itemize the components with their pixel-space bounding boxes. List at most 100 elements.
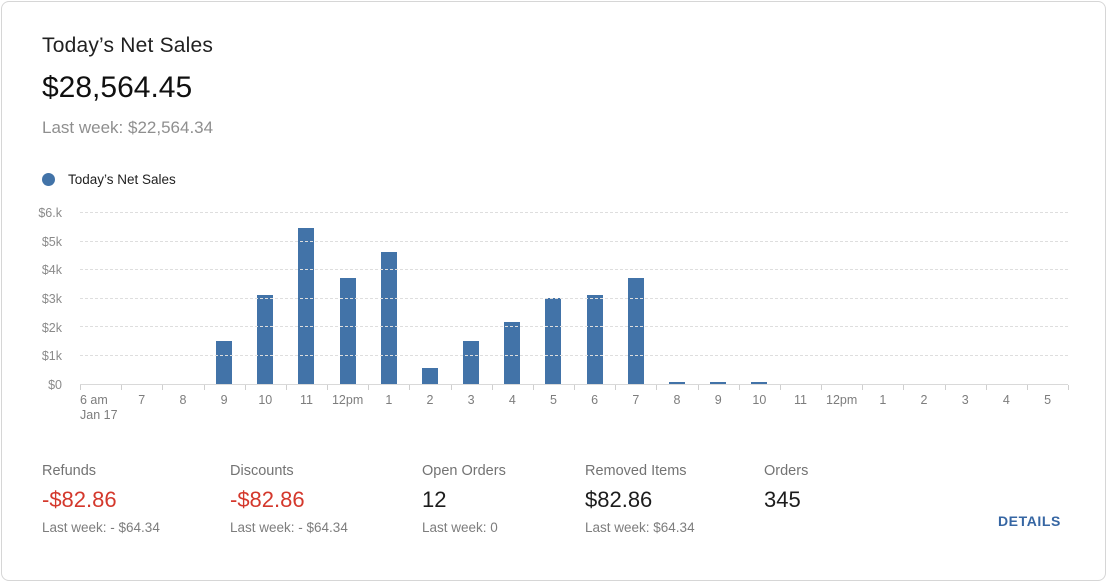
x-axis-tick	[738, 385, 740, 390]
x-axis-tick	[162, 385, 164, 390]
x-axis-tick	[656, 385, 658, 390]
x-axis-tick	[244, 385, 246, 390]
gridline	[80, 354, 1068, 356]
y-axis-label: $0	[48, 378, 62, 392]
x-axis-tick	[491, 385, 493, 390]
bar-slot	[574, 213, 615, 384]
plot-area	[80, 212, 1068, 385]
x-axis-label: 2	[426, 393, 434, 407]
stat-refunds: Refunds -$82.86 Last week: - $64.34	[42, 463, 160, 536]
bar-slot	[698, 213, 739, 384]
net-sales-amount: $28,564.45	[42, 71, 193, 104]
x-axis-label: 11	[794, 393, 807, 407]
bar-slot	[986, 213, 1027, 384]
x-axis-label: 6	[591, 393, 599, 407]
x-axis-tick	[1068, 385, 1069, 390]
x-axis-label: 10	[752, 393, 767, 407]
stat-value: -$82.86	[42, 487, 117, 512]
stat-discounts: Discounts -$82.86 Last week: - $64.34	[230, 463, 348, 536]
stat-label: Orders	[764, 463, 809, 479]
x-axis-tick	[368, 385, 370, 390]
bar-3[interactable]	[463, 341, 480, 384]
gridline	[80, 240, 1068, 242]
bar-6[interactable]	[586, 295, 603, 384]
x-axis-label: 9	[220, 393, 228, 407]
bar-9[interactable]	[710, 382, 727, 384]
bar-slot	[780, 213, 821, 384]
bar-slot	[121, 213, 162, 384]
net-sales-card: Today’s Net Sales $28,564.45 Last week: …	[1, 1, 1106, 581]
x-axis-tick	[203, 385, 205, 390]
bar-slot	[492, 213, 533, 384]
x-axis-tick	[574, 385, 575, 390]
bar-slot	[80, 213, 121, 384]
x-axis-tick	[862, 385, 864, 390]
chart-x-ticks	[80, 385, 1069, 390]
bar-slot	[451, 213, 492, 384]
x-axis-tick	[327, 385, 328, 390]
stat-label: Open Orders	[422, 463, 506, 479]
y-axis-label: $4k	[41, 263, 62, 278]
stat-value: 345	[764, 487, 801, 512]
card-header: Today’s Net Sales $28,564.45 Last week: …	[2, 2, 1105, 138]
legend-item-net-sales[interactable]: Today’s Net Sales	[2, 170, 1105, 188]
x-axis-tick	[697, 385, 699, 390]
bar-7[interactable]	[627, 278, 644, 384]
x-axis-label: 5	[550, 393, 557, 407]
bar-slot	[821, 213, 862, 384]
bar-8[interactable]	[668, 382, 685, 384]
x-axis-tick	[532, 385, 534, 390]
bar-slot	[286, 213, 327, 384]
stat-removed-items: Removed Items $82.86 Last week: $64.34	[585, 463, 695, 536]
legend-dot-icon	[42, 172, 55, 186]
bar-slot	[327, 213, 368, 384]
bar-slot	[1027, 213, 1068, 384]
gridline	[80, 212, 1068, 213]
x-axis-tick	[80, 385, 81, 390]
stat-last-week: Last week: - $64.34	[42, 520, 160, 535]
x-axis-label: 4	[1002, 393, 1010, 407]
x-axis-tick	[985, 385, 987, 390]
stat-last-week: Last week: - $64.34	[230, 520, 348, 535]
bar-slot	[368, 213, 409, 384]
x-axis-tick	[615, 385, 617, 390]
x-axis-label: 7	[138, 393, 146, 407]
bar-slot	[615, 213, 656, 384]
y-axis-label: $3k	[41, 292, 62, 306]
y-axis-label: $1k	[41, 349, 62, 364]
chart-y-axis: $6.k $5k $4k $3k $2k $1k $0	[2, 206, 62, 392]
stat-last-week: Last week: $64.34	[585, 520, 695, 535]
bar-slot	[245, 213, 286, 384]
bar-2[interactable]	[421, 368, 438, 384]
hourly-sales-chart: $6.k $5k $4k $3k $2k $1k $0 6 am Jan 17 7 8 9 10 11 1…	[2, 206, 1105, 423]
bar-11[interactable]	[298, 228, 315, 384]
bar-10[interactable]	[257, 295, 274, 384]
bar-10[interactable]	[751, 382, 768, 384]
bar-9[interactable]	[216, 341, 233, 384]
bar-12pm[interactable]	[339, 278, 356, 384]
y-axis-label: $2k	[41, 320, 62, 335]
bar-slot	[945, 213, 986, 384]
bar-slot	[533, 213, 574, 384]
bar-5[interactable]	[545, 298, 562, 384]
x-axis-tick	[903, 385, 905, 390]
x-axis-label: 7	[632, 393, 640, 407]
x-axis-tick	[285, 385, 287, 390]
x-axis-label: 11	[299, 393, 313, 407]
bar-slot	[162, 213, 203, 384]
x-axis-label: 8	[673, 393, 681, 407]
details-link[interactable]: DETAILS	[998, 513, 1061, 529]
x-axis-tick	[121, 385, 123, 390]
x-axis-tick	[409, 385, 411, 390]
x-axis-label: 6 am Jan 17	[80, 393, 121, 423]
gridline	[80, 297, 1068, 299]
x-axis-date-label: Jan 17	[80, 408, 118, 422]
bar-4[interactable]	[504, 322, 521, 384]
bar-slot	[862, 213, 903, 384]
x-axis-label: 3	[961, 393, 969, 407]
x-axis-label: 8	[179, 393, 187, 407]
bar-slot	[739, 213, 780, 384]
x-axis-label: 5	[1044, 393, 1052, 407]
bar-1[interactable]	[380, 252, 397, 384]
stat-label: Refunds	[42, 463, 97, 479]
